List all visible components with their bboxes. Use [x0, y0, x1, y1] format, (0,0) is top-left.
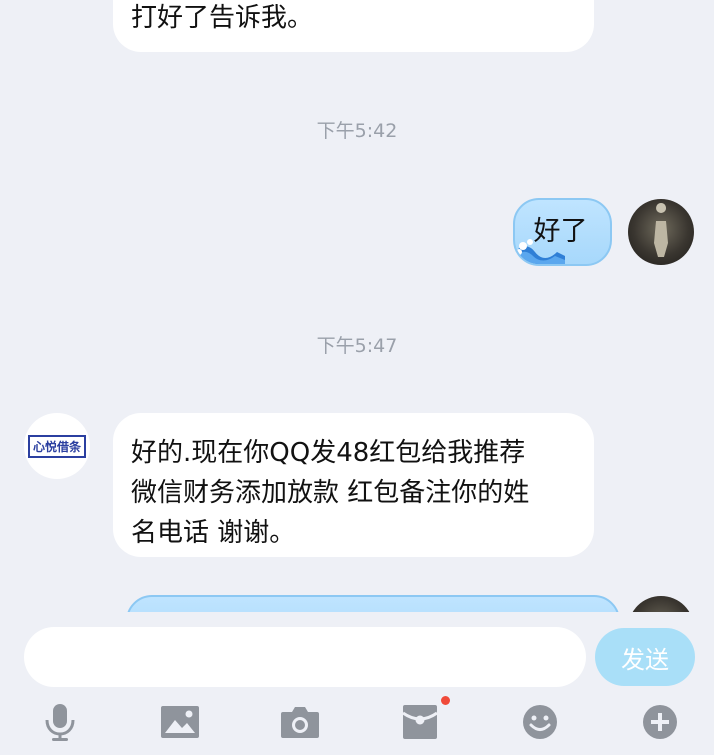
- outgoing-message-bubble[interactable]: [126, 595, 620, 612]
- message-text: 打好了告诉我。: [131, 3, 314, 33]
- send-button[interactable]: 发送: [595, 628, 695, 686]
- my-avatar[interactable]: [628, 199, 694, 265]
- my-avatar[interactable]: [628, 596, 694, 612]
- red-packet-icon[interactable]: [400, 702, 440, 742]
- message-line: 微信财务添加放款 红包备注你的姓: [131, 478, 530, 508]
- contact-logo: 心悦借条: [27, 434, 86, 458]
- composer-bar: 发送: [0, 612, 714, 755]
- image-icon[interactable]: [160, 702, 200, 742]
- chat-area[interactable]: 打好了告诉我。 下午5:42 好了 下午5:47 心悦借条 好的.现在你QQ发4…: [0, 0, 714, 612]
- figure-photo-icon: [654, 203, 668, 257]
- message-line: 名电话 谢谢。: [131, 518, 296, 548]
- plus-icon[interactable]: [640, 702, 680, 742]
- microphone-icon[interactable]: [40, 702, 80, 742]
- notification-badge: [441, 696, 450, 705]
- contact-avatar[interactable]: 心悦借条: [24, 413, 90, 479]
- outgoing-message-bubble[interactable]: 好了: [513, 198, 612, 266]
- emoji-icon[interactable]: [520, 702, 560, 742]
- incoming-message-bubble[interactable]: 好的.现在你QQ发48红包给我推荐 微信财务添加放款 红包备注你的姓 名电话 谢…: [113, 413, 594, 557]
- camera-icon[interactable]: [280, 702, 320, 742]
- incoming-message-bubble[interactable]: 打好了告诉我。: [113, 0, 594, 52]
- wave-decoration-icon: [515, 239, 565, 264]
- timestamp: 下午5:42: [316, 120, 398, 142]
- message-line: 好的.现在你QQ发48红包给我推荐: [131, 438, 526, 468]
- message-input[interactable]: [24, 627, 586, 687]
- timestamp: 下午5:47: [316, 335, 398, 357]
